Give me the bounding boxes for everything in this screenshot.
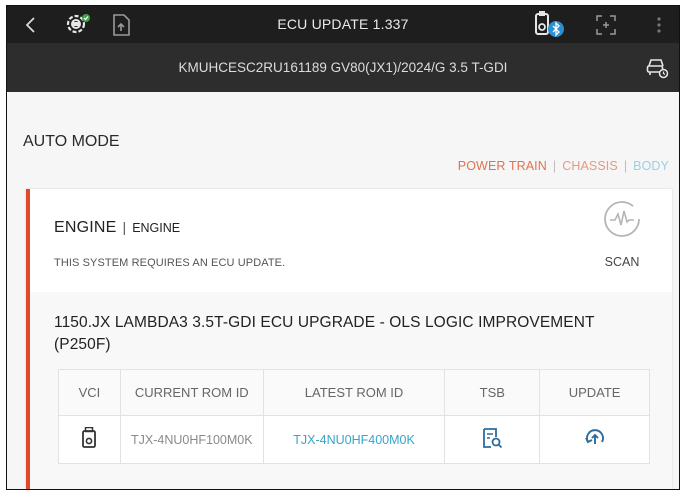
tab-chassis[interactable]: CHASSIS (562, 159, 618, 173)
system-card: ENGINE | ENGINE THIS SYSTEM REQUIRES AN EC… (26, 189, 672, 489)
mode-label: AUTO MODE (23, 133, 120, 150)
page-title: ECU UPDATE 1.337 (277, 16, 409, 32)
column-header-latest-rom: LATEST ROM ID (262, 369, 446, 416)
vci-cell (58, 415, 121, 464)
column-header-update: UPDATE (539, 369, 650, 416)
update-title: 1150.JX LAMBDA3 3.5T-GDI ECU UPGRADE - O… (54, 314, 595, 353)
system-message: THIS SYSTEM REQUIRES AN ECU UPDATE. (54, 257, 286, 269)
car-settings-icon[interactable] (645, 55, 669, 79)
tab-body[interactable]: BODY (633, 159, 669, 173)
rom-table: VCI CURRENT ROM ID LATEST ROM ID TSB UPD… (58, 369, 650, 464)
system-filter-tabs: POWER TRAIN | CHASSIS | BODY (458, 159, 669, 173)
more-vertical-icon[interactable] (649, 6, 669, 43)
tsb-document-search-icon[interactable] (481, 427, 503, 452)
top-bar: ECU UPDATE 1.337 (7, 6, 679, 43)
scan-waveform-icon (602, 199, 642, 239)
system-name-main: ENGINE (54, 219, 117, 236)
tab-power-train[interactable]: POWER TRAIN (458, 159, 547, 173)
vci-bluetooth-icon[interactable] (530, 6, 568, 43)
system-name: ENGINE | ENGINE (54, 219, 180, 237)
tab-separator: | (552, 159, 557, 173)
column-header-tsb: TSB (444, 369, 541, 416)
table-row: TJX-4NU0HF100M0K TJX-4NU0HF400M0K (58, 415, 650, 464)
scan-label: SCAN (604, 255, 640, 269)
app-window: ECU UPDATE 1.337 KMUHCESC2RU161189 GV80(… (6, 5, 680, 490)
tab-separator: | (623, 159, 628, 173)
vci-device-icon[interactable] (81, 426, 97, 452)
vehicle-info-text: KMUHCESC2RU161189 GV80(JX1)/2024/G 3.5 T… (178, 60, 508, 75)
system-card-header: ENGINE | ENGINE THIS SYSTEM REQUIRES AN EC… (30, 189, 672, 292)
vehicle-info-bar: KMUHCESC2RU161189 GV80(JX1)/2024/G 3.5 T… (7, 43, 679, 92)
system-name-sub: ENGINE (132, 221, 181, 235)
column-header-vci: VCI (58, 369, 121, 416)
update-arrow-icon[interactable] (583, 427, 607, 452)
update-section: 1150.JX LAMBDA3 3.5T-GDI ECU UPGRADE - O… (30, 292, 672, 489)
rom-table-header: VCI CURRENT ROM ID LATEST ROM ID TSB UPD… (58, 369, 650, 416)
system-name-separator: | (122, 219, 127, 235)
current-rom-id: TJX-4NU0HF100M0K (119, 415, 264, 464)
scan-frame-icon[interactable] (592, 6, 620, 43)
update-cell (539, 415, 650, 464)
scan-button[interactable]: SCAN (598, 199, 646, 269)
tsb-cell (444, 415, 541, 464)
latest-rom-id: TJX-4NU0HF400M0K (262, 415, 446, 464)
column-header-current-rom: CURRENT ROM ID (119, 369, 264, 416)
